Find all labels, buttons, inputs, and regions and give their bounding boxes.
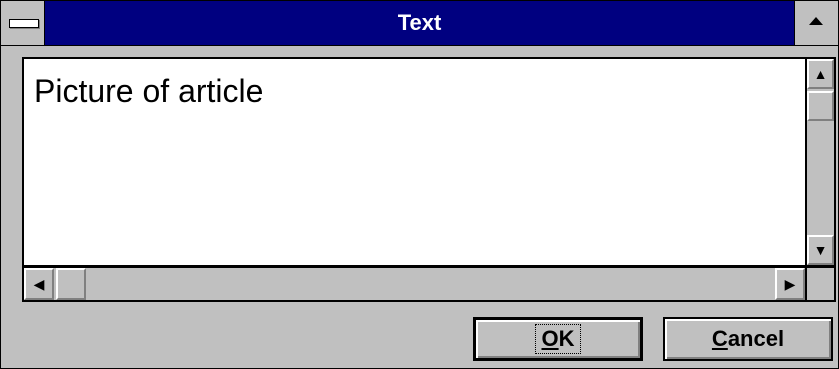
cancel-button[interactable]: Cancel xyxy=(663,317,833,361)
text-dialog: Text Picture of article ▲ ▼ ◀ ▶ OK Cance… xyxy=(0,0,839,369)
text-area[interactable]: Picture of article xyxy=(22,57,807,267)
scroll-left-button[interactable]: ◀ xyxy=(24,268,54,300)
arrow-right-icon: ▶ xyxy=(784,276,796,292)
maximize-button[interactable] xyxy=(794,1,838,45)
ok-button-label: OK xyxy=(535,324,581,354)
horizontal-scroll-thumb[interactable] xyxy=(56,268,86,300)
arrow-down-icon: ▼ xyxy=(813,242,828,258)
arrow-left-icon: ◀ xyxy=(33,276,45,292)
maximize-icon xyxy=(809,17,823,25)
vertical-scroll-thumb[interactable] xyxy=(807,91,834,121)
scroll-up-button[interactable]: ▲ xyxy=(807,59,834,89)
vertical-scrollbar[interactable]: ▲ ▼ xyxy=(806,57,836,267)
scroll-down-button[interactable]: ▼ xyxy=(807,235,834,265)
ok-button[interactable]: OK xyxy=(473,317,643,361)
scrollbar-corner xyxy=(806,267,836,302)
system-menu-button[interactable] xyxy=(1,1,45,45)
system-menu-icon xyxy=(9,19,39,28)
horizontal-scrollbar[interactable]: ◀ ▶ xyxy=(22,267,807,302)
arrow-up-icon: ▲ xyxy=(813,66,828,82)
scroll-right-button[interactable]: ▶ xyxy=(775,268,805,300)
cancel-button-label: Cancel xyxy=(711,326,785,351)
title-bar[interactable]: Text xyxy=(1,1,838,46)
window-title: Text xyxy=(397,10,442,35)
text-content: Picture of article xyxy=(34,73,264,109)
